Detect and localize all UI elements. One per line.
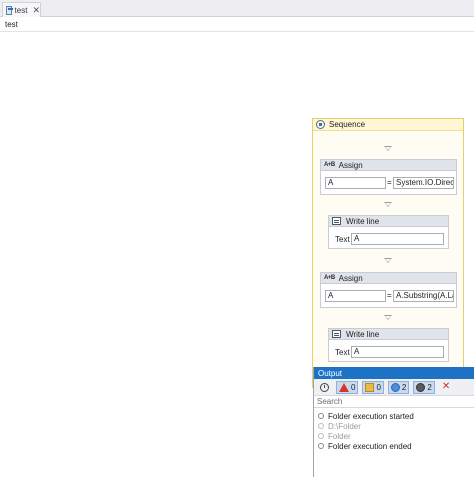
log-entry[interactable]: Folder execution started: [314, 411, 474, 421]
warnings-count: 0: [376, 382, 381, 392]
assign-title: Assign: [338, 273, 363, 283]
drop-target-arrow-icon[interactable]: [384, 315, 392, 320]
log-entry-text: Folder execution started: [328, 411, 414, 421]
warnings-filter-button[interactable]: 0: [362, 380, 384, 394]
assign-equals: =: [387, 178, 392, 187]
write-line-header: Write line: [329, 329, 448, 340]
clear-output-button[interactable]: ✕: [439, 381, 453, 394]
drop-target-arrow-icon[interactable]: [384, 146, 392, 151]
write-line-text-label: Text: [335, 235, 350, 244]
log-bullet-icon: [318, 413, 324, 419]
workflow-doc-icon: [6, 5, 13, 15]
info-filter-button[interactable]: 2: [387, 380, 410, 394]
write-line-title: Write line: [346, 329, 380, 339]
clear-x-icon: ✕: [441, 381, 451, 392]
assign-equals: =: [387, 291, 392, 300]
assign-icon: A+B: [324, 275, 335, 281]
write-line-text-field[interactable]: A: [351, 346, 444, 358]
verbose-filter-button[interactable]: 2: [413, 380, 435, 394]
sequence-icon: [316, 120, 325, 129]
output-panel[interactable]: Output 0 0 2 2 ✕ Search Folder execution…: [313, 367, 474, 477]
assign-header: A+B Assign: [321, 160, 456, 171]
log-entry[interactable]: Folder execution ended: [314, 441, 474, 451]
write-line-header: Write line: [329, 216, 448, 227]
output-log: Folder execution started D:\Folder Folde…: [314, 408, 474, 451]
assign-value-field[interactable]: A.Substring(A.Last: [393, 290, 454, 302]
assign-activity[interactable]: A+B Assign A = System.IO.Director: [320, 159, 457, 195]
assign-title: Assign: [338, 160, 363, 170]
sequence-activity[interactable]: Sequence A+B Assign A = System.IO.Direct…: [312, 118, 464, 388]
clock-icon: [320, 382, 329, 392]
document-tab-label: test: [14, 5, 28, 15]
log-entry[interactable]: Folder: [314, 431, 474, 441]
assign-header: A+B Assign: [321, 273, 456, 284]
sequence-header[interactable]: Sequence: [313, 119, 463, 131]
write-line-icon: [332, 217, 341, 225]
write-line-activity[interactable]: Write line Text A: [328, 215, 449, 249]
document-tab-strip: test ✕: [0, 0, 474, 17]
info-count: 2: [401, 382, 407, 392]
assign-activity[interactable]: A+B Assign A = A.Substring(A.Last: [320, 272, 457, 308]
document-tab-test[interactable]: test ✕: [2, 2, 41, 17]
output-search-input[interactable]: Search: [314, 396, 474, 408]
assign-to-field[interactable]: A: [325, 177, 386, 189]
output-toolbar: 0 0 2 2 ✕: [314, 379, 474, 396]
assign-to-field[interactable]: A: [325, 290, 386, 302]
log-bullet-icon: [318, 423, 324, 429]
log-entry-text: D:\Folder: [328, 421, 361, 431]
write-line-icon: [332, 330, 341, 338]
log-bullet-icon: [318, 443, 324, 449]
verbose-icon: [416, 382, 426, 392]
assign-value-field[interactable]: System.IO.Director: [393, 177, 454, 189]
timestamp-toggle[interactable]: [317, 381, 332, 394]
verbose-count: 2: [427, 382, 432, 392]
log-entry[interactable]: D:\Folder: [314, 421, 474, 431]
write-line-text-label: Text: [335, 348, 350, 357]
drop-target-arrow-icon[interactable]: [384, 258, 392, 263]
log-bullet-icon: [318, 433, 324, 439]
error-icon: [339, 382, 349, 392]
breadcrumb[interactable]: test: [5, 20, 18, 29]
drop-target-arrow-icon[interactable]: [384, 202, 392, 207]
log-entry-text: Folder: [328, 431, 351, 441]
errors-filter-button[interactable]: 0: [336, 380, 359, 394]
breadcrumb-divider: [0, 31, 474, 32]
close-icon[interactable]: ✕: [32, 5, 40, 15]
info-icon: [390, 382, 400, 392]
sequence-title: Sequence: [329, 120, 366, 129]
write-line-activity[interactable]: Write line Text A: [328, 328, 449, 362]
write-line-text-field[interactable]: A: [351, 233, 444, 245]
write-line-title: Write line: [346, 216, 380, 226]
errors-count: 0: [351, 382, 356, 392]
output-title[interactable]: Output: [314, 367, 474, 379]
warning-icon: [365, 382, 375, 392]
assign-icon: A+B: [324, 162, 335, 168]
log-entry-text: Folder execution ended: [328, 441, 412, 451]
